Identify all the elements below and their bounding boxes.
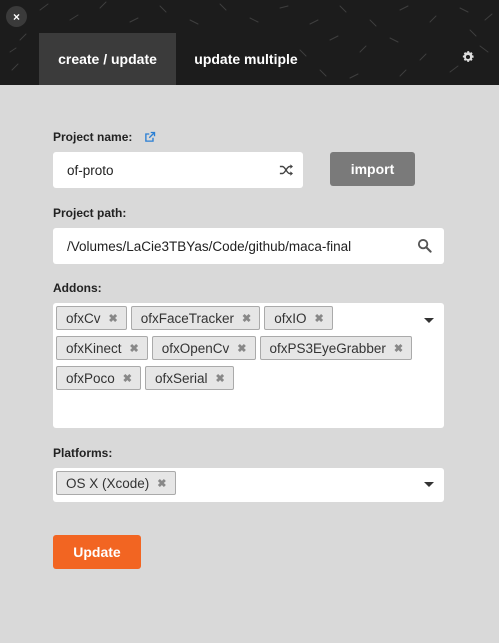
- platform-tag-label: OS X (Xcode): [66, 475, 150, 491]
- platform-tag: OS X (Xcode) ✖: [56, 471, 176, 495]
- addons-tag-list: ofxCv ✖ ofxFaceTracker ✖ ofxIO ✖ ofxKinect ✖…: [56, 306, 414, 390]
- addon-tag-label: ofxSerial: [155, 370, 208, 386]
- chevron-down-icon[interactable]: [424, 318, 434, 323]
- addon-tag-label: ofxPoco: [66, 370, 115, 386]
- shuffle-icon[interactable]: [279, 163, 293, 177]
- addon-tag-label: ofxIO: [274, 310, 307, 326]
- tab-update-multiple-label: update multiple: [194, 51, 298, 67]
- close-button[interactable]: ×: [6, 6, 27, 27]
- platforms-tag-list: OS X (Xcode) ✖: [56, 471, 414, 495]
- addon-tag: ofxFaceTracker ✖: [130, 306, 261, 330]
- project-name-input[interactable]: of-proto: [53, 152, 303, 188]
- external-link-icon[interactable]: [144, 131, 156, 143]
- update-button[interactable]: Update: [53, 535, 141, 569]
- search-icon[interactable]: [417, 238, 432, 253]
- addon-tag: ofxOpenCv ✖: [151, 336, 256, 360]
- addon-tag-label: ofxKinect: [66, 340, 122, 356]
- remove-icon[interactable]: ✖: [315, 312, 324, 325]
- chevron-down-icon[interactable]: [424, 482, 434, 487]
- remove-icon[interactable]: ✖: [237, 342, 246, 355]
- addon-tag-label: ofxOpenCv: [161, 340, 230, 356]
- platforms-label: Platforms:: [53, 446, 113, 460]
- project-name-value: of-proto: [67, 162, 114, 178]
- tab-create-update-label: create / update: [58, 51, 157, 67]
- addon-tag: ofxIO ✖: [264, 306, 333, 330]
- addon-tag-label: ofxFaceTracker: [140, 310, 235, 326]
- project-path-label: Project path:: [53, 206, 127, 220]
- addon-tag: ofxKinect ✖: [56, 336, 148, 360]
- remove-icon[interactable]: ✖: [109, 312, 118, 325]
- addon-tag: ofxSerial ✖: [145, 366, 234, 390]
- addon-tag-label: ofxCv: [66, 310, 101, 326]
- addons-label: Addons:: [53, 281, 102, 295]
- platforms-select[interactable]: OS X (Xcode) ✖: [53, 468, 444, 502]
- tab-create-update[interactable]: create / update: [39, 33, 176, 85]
- addons-select[interactable]: ofxCv ✖ ofxFaceTracker ✖ ofxIO ✖ ofxKinect ✖…: [53, 303, 444, 428]
- remove-icon[interactable]: ✖: [130, 342, 139, 355]
- remove-icon[interactable]: ✖: [216, 372, 225, 385]
- project-path-input[interactable]: /Volumes/LaCie3TBYas/Code/github/maca-fi…: [53, 228, 444, 264]
- project-path-value: /Volumes/LaCie3TBYas/Code/github/maca-fi…: [67, 238, 352, 254]
- remove-icon[interactable]: ✖: [123, 372, 132, 385]
- remove-icon[interactable]: ✖: [394, 342, 403, 355]
- import-button[interactable]: import: [330, 152, 415, 186]
- tab-update-multiple[interactable]: update multiple: [182, 33, 310, 85]
- addon-tag: ofxPoco ✖: [56, 366, 141, 390]
- remove-icon[interactable]: ✖: [157, 477, 166, 490]
- addon-tag: ofxCv ✖: [56, 306, 127, 330]
- remove-icon[interactable]: ✖: [242, 312, 251, 325]
- addon-tag-label: ofxPS3EyeGrabber: [269, 340, 386, 356]
- project-name-label: Project name:: [53, 130, 133, 144]
- app-header: × create / update update multiple: [0, 0, 499, 85]
- gear-icon[interactable]: [461, 50, 475, 64]
- addon-tag: ofxPS3EyeGrabber ✖: [259, 336, 413, 360]
